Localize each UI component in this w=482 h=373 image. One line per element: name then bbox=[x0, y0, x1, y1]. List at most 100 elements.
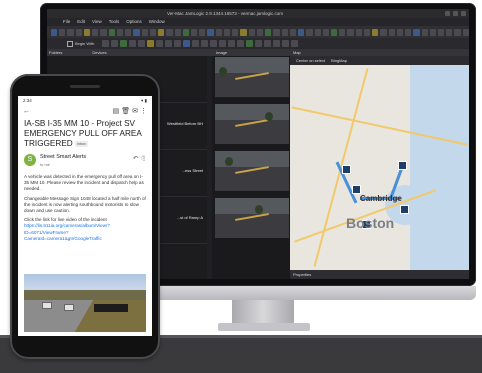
checkbox-box[interactable] bbox=[67, 40, 73, 47]
toolbar-icon[interactable] bbox=[75, 28, 82, 36]
toolbar-icon[interactable] bbox=[120, 40, 128, 47]
toolbar-icon[interactable] bbox=[396, 28, 404, 36]
toolbar-icon[interactable] bbox=[201, 40, 209, 47]
toolbar-icon[interactable] bbox=[116, 28, 124, 36]
toolbar-icon[interactable] bbox=[273, 28, 280, 36]
toolbar-icon[interactable] bbox=[237, 40, 245, 47]
toolbar-icon[interactable] bbox=[462, 28, 469, 36]
menu-options[interactable]: Options bbox=[126, 18, 142, 26]
camera-thumbnail[interactable] bbox=[215, 104, 289, 144]
toolbar-icon[interactable] bbox=[100, 28, 107, 36]
tab-devices[interactable]: Devices bbox=[92, 49, 106, 56]
toolbar-icon[interactable] bbox=[347, 28, 354, 36]
toolbar-icon[interactable] bbox=[306, 28, 313, 36]
toolbar-icon[interactable] bbox=[108, 28, 115, 36]
toolbar-icon[interactable] bbox=[363, 28, 371, 36]
toolbar-icon[interactable] bbox=[413, 28, 420, 36]
camera-thumbnail[interactable] bbox=[215, 57, 289, 97]
toolbar-icon[interactable] bbox=[133, 28, 140, 36]
menu-tools[interactable]: Tools bbox=[109, 18, 120, 26]
toolbar-icon[interactable] bbox=[421, 28, 428, 36]
toolbar-icon[interactable] bbox=[59, 28, 66, 36]
traffic-map[interactable]: Boston Cambridge bbox=[290, 65, 469, 270]
toolbar-icon[interactable] bbox=[125, 28, 132, 36]
toolbar-icon[interactable] bbox=[298, 28, 305, 36]
toolbar-icon[interactable] bbox=[355, 28, 362, 36]
toolbar-icon[interactable] bbox=[273, 40, 281, 47]
camera-thumbnail[interactable] bbox=[215, 198, 289, 238]
toolbar-icon[interactable] bbox=[138, 40, 146, 47]
camera-marker-icon[interactable] bbox=[342, 165, 351, 174]
toolbar-icon[interactable] bbox=[446, 28, 453, 36]
mail-icon[interactable]: ✉ bbox=[132, 107, 138, 115]
toolbar-icon[interactable] bbox=[438, 28, 445, 36]
map-type-select[interactable]: BingMap bbox=[331, 56, 347, 65]
toolbar-icon[interactable] bbox=[174, 28, 181, 36]
toolbar-icon[interactable] bbox=[182, 28, 189, 36]
toolbar-icon[interactable] bbox=[174, 40, 182, 47]
more-menu-icon[interactable]: ⋮ bbox=[140, 107, 147, 115]
toolbar-icon[interactable] bbox=[219, 40, 227, 47]
camera-marker-icon[interactable] bbox=[400, 205, 409, 214]
camera-thumbnail[interactable] bbox=[215, 151, 289, 191]
toolbar-icon[interactable] bbox=[322, 28, 329, 36]
toolbar-icon[interactable] bbox=[67, 28, 74, 36]
toolbar-icon[interactable] bbox=[289, 28, 297, 36]
toolbar-icon[interactable] bbox=[111, 40, 119, 47]
toolbar-icon[interactable] bbox=[83, 28, 91, 36]
toolbar-icon[interactable] bbox=[141, 28, 148, 36]
toolbar-icon[interactable] bbox=[129, 40, 137, 47]
toolbar-icon[interactable] bbox=[380, 28, 387, 36]
toolbar-icon[interactable] bbox=[256, 28, 264, 36]
properties-panel[interactable]: Properties bbox=[290, 270, 469, 279]
toolbar-icon[interactable] bbox=[149, 28, 157, 36]
toolbar-icon[interactable] bbox=[240, 28, 247, 36]
delete-icon[interactable]: 🗑 bbox=[121, 107, 130, 115]
map-panel-header[interactable]: Map bbox=[290, 49, 469, 56]
toolbar-icon[interactable] bbox=[246, 40, 254, 47]
toolbar-icon[interactable] bbox=[102, 40, 110, 47]
toolbar-icon[interactable] bbox=[405, 28, 412, 36]
toolbar-icon[interactable] bbox=[264, 40, 272, 47]
close-button[interactable] bbox=[461, 11, 466, 16]
menu-window[interactable]: Window bbox=[149, 18, 165, 26]
video-panel-header[interactable]: Image bbox=[212, 49, 290, 56]
toolbar-icon[interactable] bbox=[51, 28, 58, 36]
center-on-select-toggle[interactable]: Center on select bbox=[296, 56, 325, 65]
toolbar-icon[interactable] bbox=[429, 28, 437, 36]
toolbar-icon[interactable] bbox=[147, 40, 155, 47]
toolbar-icon[interactable] bbox=[183, 40, 191, 47]
recipient-text[interactable]: to me bbox=[40, 162, 50, 167]
menu-view[interactable]: View bbox=[92, 18, 102, 26]
toolbar-icon[interactable] bbox=[281, 28, 288, 36]
toolbar-icon[interactable] bbox=[248, 28, 255, 36]
toolbar-icon[interactable] bbox=[291, 40, 299, 47]
reply-icon[interactable]: ↶ bbox=[133, 155, 138, 162]
inbox-label-chip[interactable]: Inbox bbox=[74, 140, 88, 147]
back-arrow-icon[interactable]: ← bbox=[23, 108, 30, 115]
toolbar-icon[interactable] bbox=[199, 28, 206, 36]
toolbar-icon[interactable] bbox=[92, 28, 99, 36]
toolbar-icon[interactable] bbox=[232, 28, 239, 36]
maximize-button[interactable] bbox=[453, 11, 458, 16]
toolbar-icon[interactable] bbox=[156, 40, 164, 47]
menu-edit[interactable]: Edit bbox=[77, 18, 85, 26]
toolbar-icon[interactable] bbox=[314, 28, 321, 36]
toolbar-icon[interactable] bbox=[255, 40, 263, 47]
toolbar-icon[interactable] bbox=[228, 40, 236, 47]
toolbar-icon[interactable] bbox=[165, 40, 173, 47]
message-more-icon[interactable]: ⋮ bbox=[141, 155, 147, 162]
minimize-button[interactable] bbox=[445, 11, 450, 16]
live-video-link[interactable]: https://lis.511ia.org/cameras/album/View… bbox=[24, 223, 110, 240]
incident-photo[interactable] bbox=[24, 274, 146, 332]
toolbar-icon[interactable] bbox=[210, 40, 218, 47]
toolbar-icon[interactable] bbox=[192, 40, 200, 47]
toolbar-icon[interactable] bbox=[282, 40, 290, 47]
toolbar-icon[interactable] bbox=[166, 28, 173, 36]
camera-marker-icon[interactable] bbox=[398, 161, 407, 170]
camera-marker-icon[interactable] bbox=[352, 185, 361, 194]
toolbar-icon[interactable] bbox=[330, 28, 338, 36]
toolbar-icon[interactable] bbox=[223, 28, 231, 36]
toolbar-icon[interactable] bbox=[388, 28, 395, 36]
tab-folders[interactable]: Folders bbox=[49, 49, 62, 56]
